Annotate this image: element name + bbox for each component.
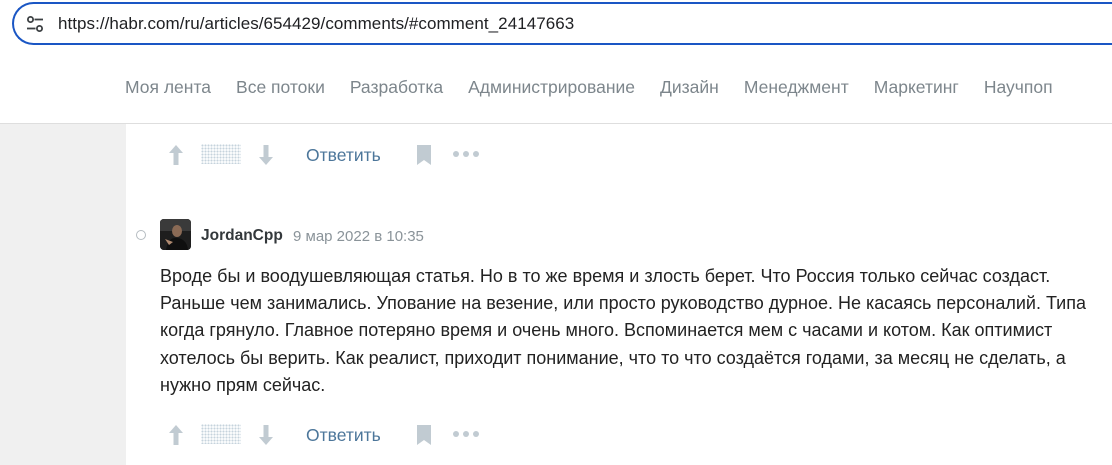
nav-item-administration[interactable]: Администрирование	[468, 77, 635, 98]
more-dots-icon[interactable]	[452, 429, 480, 439]
comment-thread-bullet	[136, 230, 146, 240]
nav-item-management[interactable]: Менеджмент	[744, 77, 849, 98]
comment-author[interactable]: JordanCpp	[201, 227, 283, 245]
nav-list: Моя лента Все потоки Разработка Админист…	[125, 77, 1078, 98]
avatar[interactable]	[160, 219, 191, 250]
comment-body: Вроде бы и воодушевляющая статья. Но в т…	[160, 266, 1086, 395]
comment-timestamp[interactable]: 9 мар 2022 в 10:35	[293, 228, 424, 245]
url-text[interactable]: https://habr.com/ru/articles/654429/comm…	[58, 14, 574, 34]
arrow-down-icon[interactable]	[256, 423, 276, 447]
habr-flows-nav: Моя лента Все потоки Разработка Админист…	[0, 52, 1112, 124]
nav-item-design[interactable]: Дизайн	[660, 77, 719, 98]
browser-toolbar: https://habr.com/ru/articles/654429/comm…	[0, 0, 1112, 52]
arrow-down-icon[interactable]	[256, 143, 276, 167]
reply-button[interactable]: Ответить	[306, 425, 381, 446]
nav-item-marketing[interactable]: Маркетинг	[874, 77, 959, 98]
nav-item-development[interactable]: Разработка	[350, 77, 443, 98]
more-dots-icon[interactable]	[452, 149, 480, 159]
comments-section: Ответить JordanCpp 9 мар 2022 в 10:35 Вр…	[126, 124, 1112, 465]
reply-button[interactable]: Ответить	[306, 145, 381, 166]
bookmark-icon[interactable]	[414, 424, 434, 446]
vote-score-hidden	[201, 424, 241, 444]
nav-item-popsci[interactable]: Научпоп	[984, 77, 1053, 98]
bookmark-icon[interactable]	[414, 144, 434, 166]
nav-item-my-feed[interactable]: Моя лента	[125, 77, 211, 98]
arrow-up-icon[interactable]	[166, 143, 186, 167]
address-bar[interactable]: https://habr.com/ru/articles/654429/comm…	[12, 2, 1112, 45]
arrow-up-icon[interactable]	[166, 423, 186, 447]
tune-icon[interactable]	[26, 15, 44, 33]
vote-score-hidden	[201, 144, 241, 164]
nav-item-all-flows[interactable]: Все потоки	[236, 77, 325, 98]
